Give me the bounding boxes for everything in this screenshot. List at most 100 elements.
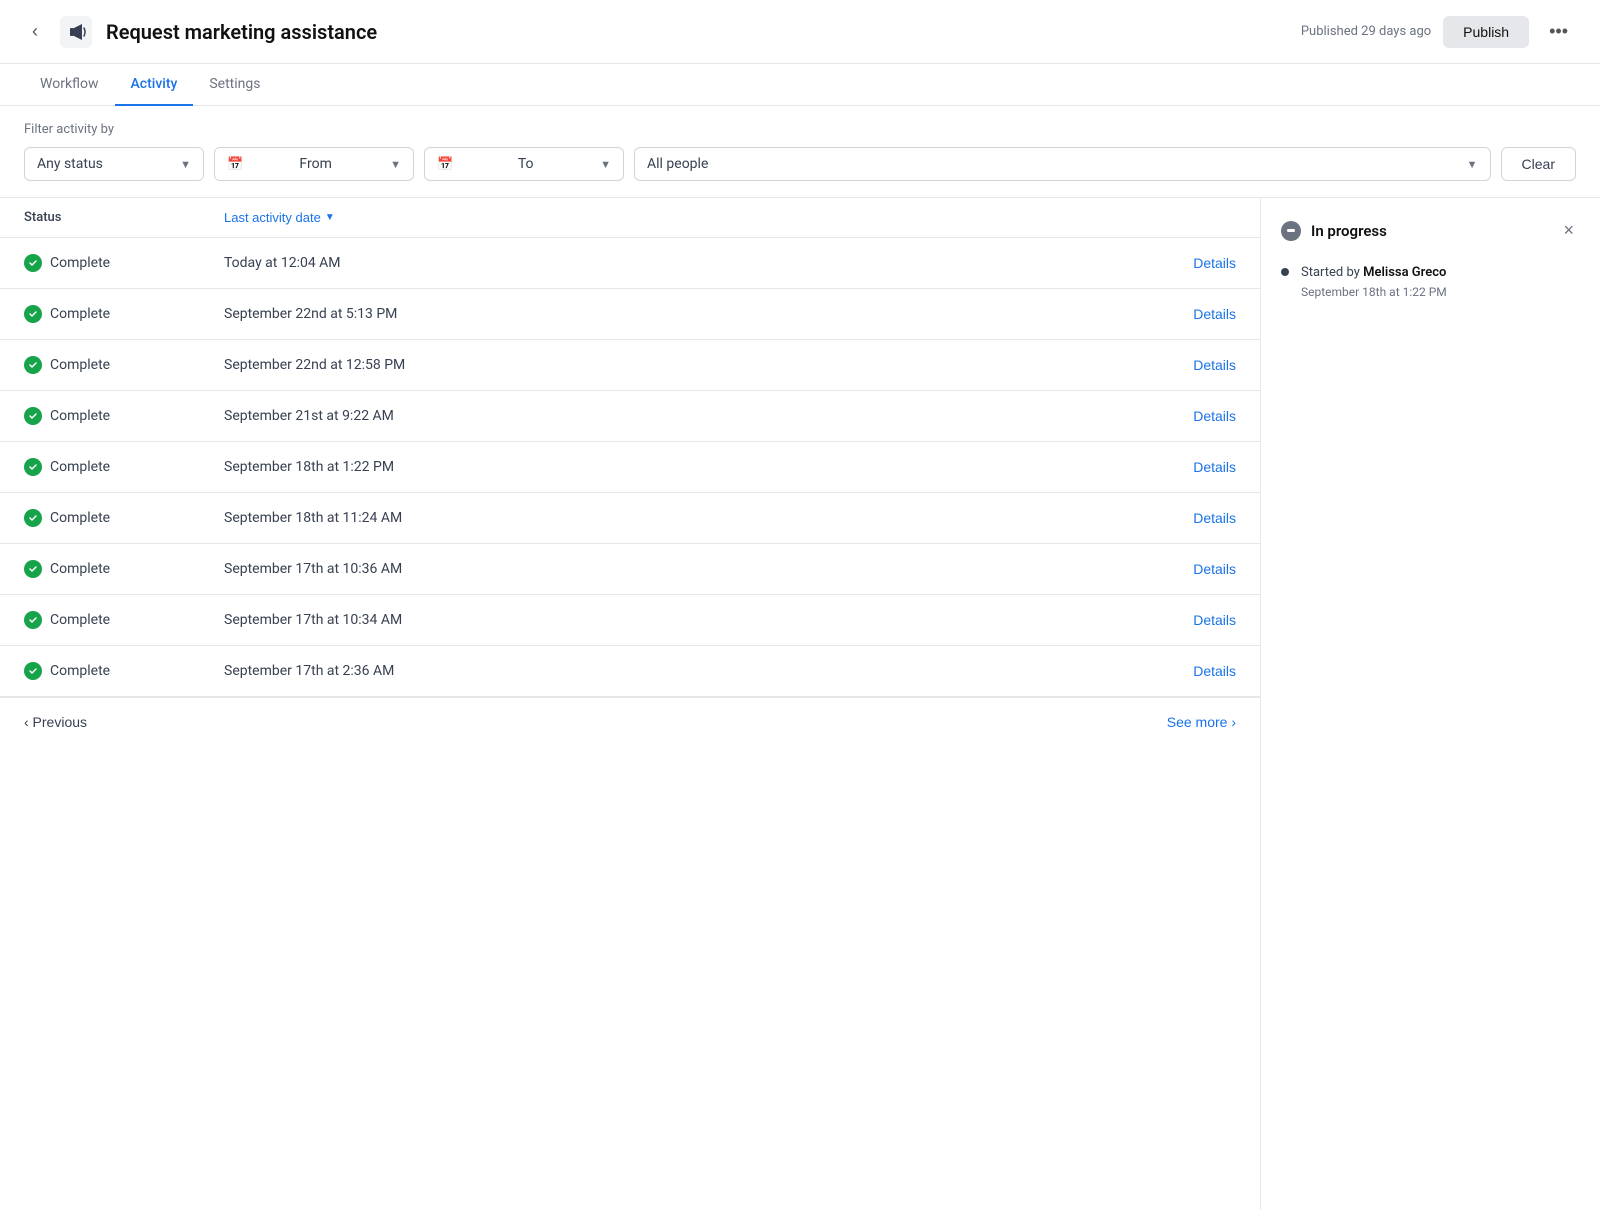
publish-button[interactable]: Publish bbox=[1443, 16, 1529, 48]
panel-entry-content: Started by Melissa Greco September 18th … bbox=[1301, 263, 1447, 299]
panel-entry-text: Started by Melissa Greco bbox=[1301, 263, 1447, 283]
table-row[interactable]: Complete September 17th at 10:34 AM Deta… bbox=[0, 595, 1260, 646]
date-cell: September 22nd at 5:13 PM bbox=[224, 306, 1193, 322]
date-column-header: Last activity date ▼ bbox=[224, 210, 1236, 225]
tab-workflow[interactable]: Workflow bbox=[24, 64, 115, 106]
chevron-down-icon-people: ▼ bbox=[1467, 158, 1478, 171]
sort-by-date-button[interactable]: Last activity date ▼ bbox=[224, 210, 335, 225]
tab-bar: Workflow Activity Settings bbox=[0, 64, 1600, 106]
in-progress-icon bbox=[1281, 221, 1301, 241]
status-label: Complete bbox=[50, 306, 110, 322]
status-label: Complete bbox=[50, 663, 110, 679]
date-cell: September 22nd at 12:58 PM bbox=[224, 357, 1193, 373]
previous-button[interactable]: ‹ Previous bbox=[24, 714, 87, 730]
details-link[interactable]: Details bbox=[1193, 561, 1236, 577]
complete-icon bbox=[24, 305, 42, 323]
table-row[interactable]: Complete September 22nd at 12:58 PM Deta… bbox=[0, 340, 1260, 391]
complete-icon bbox=[24, 662, 42, 680]
status-cell: Complete bbox=[24, 662, 224, 680]
main-content: Status Last activity date ▼ Complete Tod… bbox=[0, 198, 1600, 1210]
in-progress-dot bbox=[1287, 229, 1295, 232]
details-link[interactable]: Details bbox=[1193, 408, 1236, 424]
status-label: Complete bbox=[50, 255, 110, 271]
table-row[interactable]: Complete Today at 12:04 AM Details bbox=[0, 238, 1260, 289]
date-cell: September 17th at 10:36 AM bbox=[224, 561, 1193, 577]
table-row[interactable]: Complete September 18th at 1:22 PM Detai… bbox=[0, 442, 1260, 493]
filter-bar: Filter activity by Any status ▼ 📅 From ▼… bbox=[0, 106, 1600, 198]
complete-icon bbox=[24, 254, 42, 272]
tab-settings[interactable]: Settings bbox=[193, 64, 276, 106]
table-row[interactable]: Complete September 18th at 11:24 AM Deta… bbox=[0, 493, 1260, 544]
status-cell: Complete bbox=[24, 509, 224, 527]
see-more-button[interactable]: See more › bbox=[1167, 714, 1236, 730]
status-label: Complete bbox=[50, 612, 110, 628]
header-right: Published 29 days ago Publish ••• bbox=[1301, 16, 1576, 48]
table-row[interactable]: Complete September 21st at 9:22 AM Detai… bbox=[0, 391, 1260, 442]
side-panel-title-row: In progress bbox=[1281, 221, 1387, 241]
from-date-filter[interactable]: 📅 From ▼ bbox=[214, 147, 414, 181]
details-link[interactable]: Details bbox=[1193, 612, 1236, 628]
header-left: ‹ Request marketing assistance bbox=[24, 14, 1301, 50]
table-header: Status Last activity date ▼ bbox=[0, 198, 1260, 238]
date-cell: September 17th at 2:36 AM bbox=[224, 663, 1193, 679]
side-panel-title: In progress bbox=[1311, 222, 1387, 240]
details-link[interactable]: Details bbox=[1193, 255, 1236, 271]
people-filter[interactable]: All people ▼ bbox=[634, 147, 1491, 181]
status-filter-value: Any status bbox=[37, 156, 103, 172]
chevron-down-icon-from: ▼ bbox=[390, 158, 401, 171]
from-date-value: From bbox=[299, 156, 331, 172]
to-date-filter[interactable]: 📅 To ▼ bbox=[424, 147, 624, 181]
details-link[interactable]: Details bbox=[1193, 306, 1236, 322]
date-cell: September 21st at 9:22 AM bbox=[224, 408, 1193, 424]
filter-label: Filter activity by bbox=[24, 122, 1576, 137]
complete-icon bbox=[24, 560, 42, 578]
status-cell: Complete bbox=[24, 407, 224, 425]
details-link[interactable]: Details bbox=[1193, 459, 1236, 475]
complete-icon bbox=[24, 509, 42, 527]
status-filter[interactable]: Any status ▼ bbox=[24, 147, 204, 181]
close-panel-button[interactable]: × bbox=[1557, 218, 1580, 243]
people-filter-value: All people bbox=[647, 156, 708, 172]
chevron-down-icon-to: ▼ bbox=[600, 158, 611, 171]
status-cell: Complete bbox=[24, 305, 224, 323]
panel-entry: Started by Melissa Greco September 18th … bbox=[1281, 263, 1580, 299]
entry-dot-icon bbox=[1281, 268, 1289, 276]
back-button[interactable]: ‹ bbox=[24, 17, 46, 46]
details-link[interactable]: Details bbox=[1193, 663, 1236, 679]
clear-button[interactable]: Clear bbox=[1501, 147, 1576, 181]
to-date-value: To bbox=[518, 156, 534, 172]
table-row[interactable]: Complete September 22nd at 5:13 PM Detai… bbox=[0, 289, 1260, 340]
date-cell: September 17th at 10:34 AM bbox=[224, 612, 1193, 628]
status-label: Complete bbox=[50, 408, 110, 424]
status-cell: Complete bbox=[24, 458, 224, 476]
side-panel: In progress × Started by Melissa Greco S… bbox=[1260, 198, 1600, 1210]
table-area: Status Last activity date ▼ Complete Tod… bbox=[0, 198, 1260, 1210]
date-cell: September 18th at 11:24 AM bbox=[224, 510, 1193, 526]
status-cell: Complete bbox=[24, 611, 224, 629]
details-link[interactable]: Details bbox=[1193, 357, 1236, 373]
calendar-icon-to: 📅 bbox=[437, 157, 453, 172]
status-label: Complete bbox=[50, 510, 110, 526]
status-label: Complete bbox=[50, 561, 110, 577]
date-cell: September 18th at 1:22 PM bbox=[224, 459, 1193, 475]
table-row[interactable]: Complete September 17th at 2:36 AM Detai… bbox=[0, 646, 1260, 697]
status-cell: Complete bbox=[24, 560, 224, 578]
status-cell: Complete bbox=[24, 356, 224, 374]
tab-activity[interactable]: Activity bbox=[115, 64, 194, 106]
header: ‹ Request marketing assistance Published… bbox=[0, 0, 1600, 64]
complete-icon bbox=[24, 356, 42, 374]
table-row[interactable]: Complete September 17th at 10:36 AM Deta… bbox=[0, 544, 1260, 595]
complete-icon bbox=[24, 611, 42, 629]
panel-entry-timestamp: September 18th at 1:22 PM bbox=[1301, 285, 1447, 299]
date-cell: Today at 12:04 AM bbox=[224, 255, 1193, 271]
megaphone-icon bbox=[58, 14, 94, 50]
details-link[interactable]: Details bbox=[1193, 510, 1236, 526]
status-cell: Complete bbox=[24, 254, 224, 272]
more-options-button[interactable]: ••• bbox=[1541, 17, 1576, 46]
filter-controls: Any status ▼ 📅 From ▼ 📅 To ▼ All people … bbox=[24, 147, 1576, 181]
chevron-down-icon: ▼ bbox=[180, 158, 191, 171]
published-status: Published 29 days ago bbox=[1301, 24, 1431, 39]
status-label: Complete bbox=[50, 459, 110, 475]
page-title: Request marketing assistance bbox=[106, 20, 377, 44]
status-column-header: Status bbox=[24, 210, 224, 225]
